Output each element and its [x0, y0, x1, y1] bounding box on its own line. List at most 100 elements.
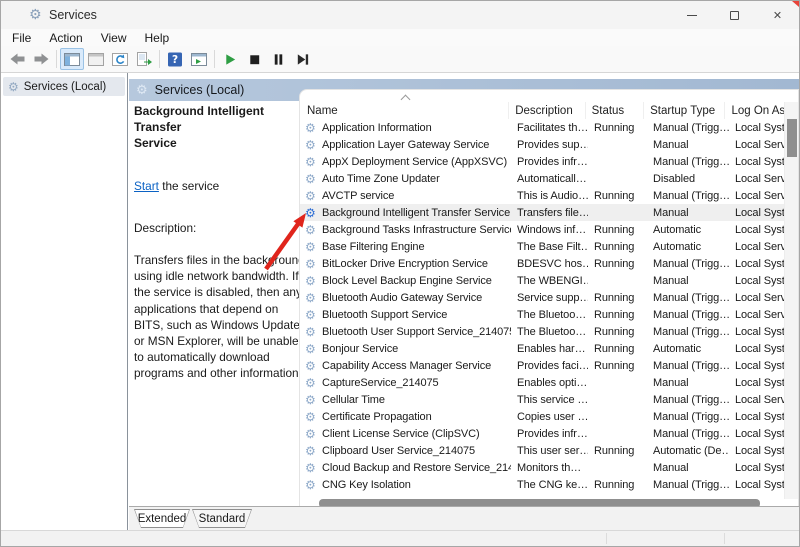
service-gear-icon: ⚙	[305, 393, 319, 407]
cell-status: Running	[588, 190, 647, 202]
help-icon: ?	[167, 52, 183, 67]
service-gear-icon: ⚙	[305, 291, 319, 305]
maximize-button[interactable]	[713, 1, 756, 29]
properties-button[interactable]	[84, 48, 108, 70]
export-list-button[interactable]	[132, 48, 156, 70]
cell-startup-type: Manual (Trigg…	[647, 411, 729, 423]
show-action-pane-button[interactable]	[187, 48, 211, 70]
service-row[interactable]: ⚙Cellular TimeThis service …Manual (Trig…	[300, 391, 784, 408]
service-row[interactable]: ⚙BitLocker Drive Encryption ServiceBDESV…	[300, 255, 784, 272]
cell-description: The Bluetoo…	[511, 326, 588, 338]
service-gear-icon: ⚙	[305, 342, 319, 356]
maximize-icon	[730, 11, 739, 20]
service-row[interactable]: ⚙AppX Deployment Service (AppXSVC)Provid…	[300, 153, 784, 170]
forward-icon	[33, 51, 50, 67]
menu-item-file[interactable]: File	[3, 30, 40, 46]
sidebar-item-services-local[interactable]: ⚙ Services (Local)	[3, 77, 125, 96]
cell-name: Base Filtering Engine	[319, 241, 511, 253]
start-service-link[interactable]: Start	[134, 179, 159, 193]
service-row[interactable]: ⚙CaptureService_214075Enables opti…Manua…	[300, 374, 784, 391]
menu-item-action[interactable]: Action	[40, 30, 91, 46]
service-action-line: Start the service	[134, 179, 306, 193]
cell-name: CNG Key Isolation	[319, 479, 511, 491]
close-button[interactable]: ✕	[756, 1, 799, 29]
service-row[interactable]: ⚙Background Tasks Infrastructure Service…	[300, 221, 784, 238]
cell-name: Background Intelligent Transfer Service	[319, 207, 511, 219]
service-gear-icon: ⚙	[305, 444, 319, 458]
column-header-startup-type[interactable]: Startup Type	[644, 102, 725, 119]
service-row[interactable]: ⚙Block Level Backup Engine ServiceThe WB…	[300, 272, 784, 289]
menu-item-view[interactable]: View	[92, 30, 136, 46]
service-row[interactable]: ⚙Bonjour ServiceEnables har…RunningAutom…	[300, 340, 784, 357]
cell-status: Running	[588, 343, 647, 355]
show-console-tree-button[interactable]	[60, 48, 84, 70]
cell-description: The WBENGI…	[511, 275, 588, 287]
cell-status: Running	[588, 479, 647, 491]
tab-extended[interactable]: Extended	[134, 509, 190, 528]
service-row[interactable]: ⚙Application InformationFacilitates th…R…	[300, 119, 784, 136]
sidebar-item-label: Services (Local)	[24, 81, 106, 93]
stop-service-button[interactable]	[242, 48, 266, 70]
cell-status: Running	[588, 258, 647, 270]
service-row[interactable]: ⚙Base Filtering EngineThe Base Filt…Runn…	[300, 238, 784, 255]
service-row[interactable]: ⚙Application Layer Gateway ServiceProvid…	[300, 136, 784, 153]
cell-startup-type: Manual (Trigg…	[647, 122, 729, 134]
tab-standard[interactable]: Standard	[192, 509, 252, 528]
cell-log-on-as: Local System	[729, 156, 784, 168]
cell-name: Bonjour Service	[319, 343, 511, 355]
service-row[interactable]: ⚙Certificate PropagationCopies user …Man…	[300, 408, 784, 425]
cell-status: Running	[588, 241, 647, 253]
title-bar: ⚙ Services ✕	[1, 1, 799, 29]
cell-status: Running	[588, 122, 647, 134]
service-gear-icon: ⚙	[305, 274, 319, 288]
minimize-button[interactable]	[670, 1, 713, 29]
cell-log-on-as: Local Service	[729, 139, 784, 151]
service-row[interactable]: ⚙CNG Key IsolationThe CNG ke…RunningManu…	[300, 476, 784, 493]
restart-service-button[interactable]	[290, 48, 314, 70]
service-row[interactable]: ⚙Bluetooth Audio Gateway ServiceService …	[300, 289, 784, 306]
refresh-button[interactable]	[108, 48, 132, 70]
tab-label: Standard	[193, 510, 251, 527]
pause-service-icon	[271, 52, 286, 67]
column-header-name[interactable]: Name	[300, 102, 509, 119]
cell-log-on-as: Local System	[729, 360, 784, 372]
service-row[interactable]: ⚙Client License Service (ClipSVC)Provide…	[300, 425, 784, 442]
cell-description: Automaticall…	[511, 173, 588, 185]
column-header-status[interactable]: Status	[586, 102, 645, 119]
cell-description: Provides faci…	[511, 360, 588, 372]
cell-name: Certificate Propagation	[319, 411, 511, 423]
window-title: Services	[49, 8, 97, 22]
service-gear-icon: ⚙	[305, 410, 319, 424]
cell-name: Cloud Backup and Restore Service_214…	[319, 462, 511, 474]
service-gear-icon: ⚙	[305, 461, 319, 475]
service-gear-icon: ⚙	[305, 308, 319, 322]
service-row[interactable]: ⚙Bluetooth User Support Service_214075Th…	[300, 323, 784, 340]
services-window: ⚙ Services ✕ FileActionViewHelp	[0, 0, 800, 547]
forward-button[interactable]	[29, 48, 53, 70]
pause-service-button[interactable]	[266, 48, 290, 70]
tab-label: Extended	[135, 510, 189, 527]
service-row[interactable]: ⚙Bluetooth Support ServiceThe Bluetoo…Ru…	[300, 306, 784, 323]
cell-name: CaptureService_214075	[319, 377, 511, 389]
service-row[interactable]: ⚙Clipboard User Service_214075This user …	[300, 442, 784, 459]
vertical-scrollbar-thumb[interactable]	[787, 119, 797, 157]
service-row[interactable]: ⚙Cloud Backup and Restore Service_214…Mo…	[300, 459, 784, 476]
service-row[interactable]: ⚙Auto Time Zone UpdaterAutomaticall…Disa…	[300, 170, 784, 187]
menu-item-help[interactable]: Help	[136, 30, 179, 46]
help-button[interactable]: ?	[163, 48, 187, 70]
vertical-scrollbar[interactable]	[784, 102, 798, 499]
cell-startup-type: Manual (Trigg…	[647, 292, 729, 304]
back-button[interactable]	[5, 48, 29, 70]
column-header-description[interactable]: Description	[509, 102, 585, 119]
service-row[interactable]: ⚙AVCTP serviceThis is Audio…RunningManua…	[300, 187, 784, 204]
svg-text:?: ?	[172, 54, 178, 66]
column-header-log-on-as[interactable]: Log On As	[725, 102, 784, 119]
service-gear-icon: ⚙	[305, 427, 319, 441]
service-row[interactable]: ⚙Capability Access Manager ServiceProvid…	[300, 357, 784, 374]
services-app-icon: ⚙	[29, 7, 42, 23]
cell-startup-type: Manual (Trigg…	[647, 428, 729, 440]
cell-name: Bluetooth User Support Service_214075	[319, 326, 511, 338]
start-service-button[interactable]	[218, 48, 242, 70]
service-gear-icon: ⚙	[305, 138, 319, 152]
service-row[interactable]: ⚙Background Intelligent Transfer Service…	[300, 204, 784, 221]
